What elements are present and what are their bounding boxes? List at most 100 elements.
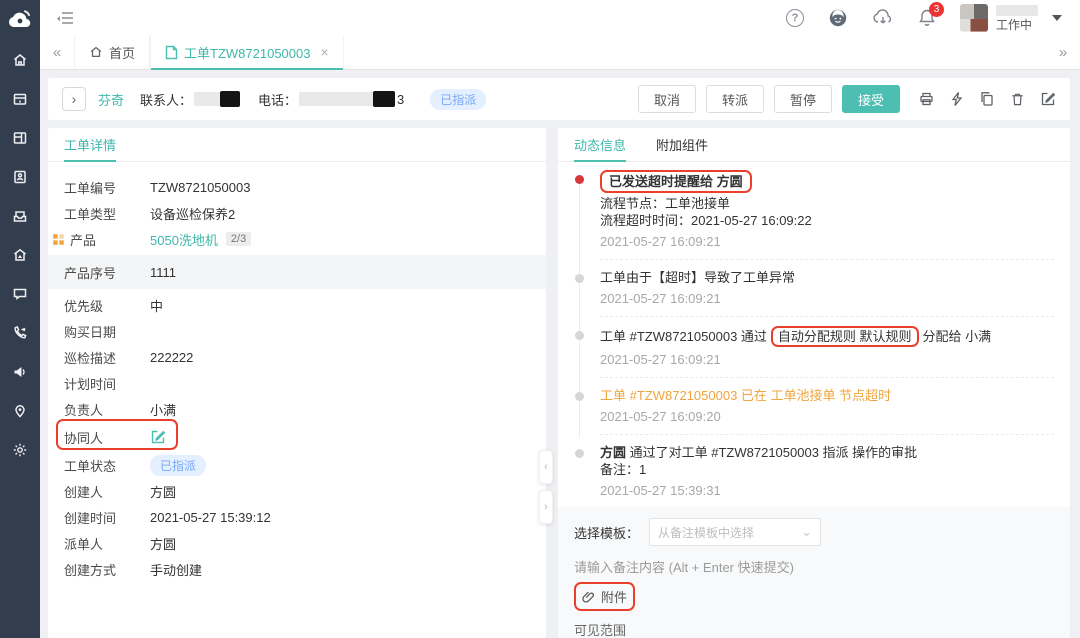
- bell-badge: 3: [929, 2, 944, 17]
- sidebar-item-announcement[interactable]: [0, 352, 40, 391]
- transfer-button[interactable]: 转派: [706, 85, 764, 113]
- annotation-box-attachment: 附件: [574, 582, 635, 611]
- tab-activity-feed[interactable]: 动态信息: [574, 128, 626, 161]
- main-content: › 芬奇 联系人： 电话： 3 已指派 取消 转派 暂停 接受 工单详情: [40, 70, 1080, 638]
- workorder-detail-panel: 工单详情 工单编号 TZW8721050003 工单类型 设备巡检保养2 产品: [48, 128, 546, 638]
- assigned-status-badge: 已指派: [430, 89, 486, 110]
- timeline-separator: [600, 434, 1054, 435]
- timeline-item-3: 工单 #TZW8721050003 通过自动分配规则 默认规则分配给 小满 20…: [558, 326, 1054, 368]
- paperclip-icon: [582, 590, 596, 604]
- timeline-time: 2021-05-27 15:39:31: [600, 482, 1054, 499]
- cloud-download-icon[interactable]: [872, 9, 894, 27]
- pause-button[interactable]: 暂停: [774, 85, 832, 113]
- cancel-button[interactable]: 取消: [638, 85, 696, 113]
- panel-collapse-right-handle[interactable]: ›: [539, 490, 553, 524]
- sidebar-nav: [0, 37, 40, 469]
- tab-home[interactable]: 首页: [74, 35, 150, 69]
- tab-workorder-detail[interactable]: 工单详情: [64, 128, 116, 161]
- tab-workorder[interactable]: 工单TZW8721050003 ×: [150, 35, 344, 69]
- comment-composer: 选择模板： 从备注模板中选择 ⌄ 请输入备注内容 (Alt + Enter 快速…: [558, 507, 1070, 638]
- annotation-box-reminder: 已发送超时提醒给 方圆: [600, 170, 752, 193]
- attachment-button[interactable]: 附件: [576, 584, 633, 609]
- timeline-item-5: 方圆 通过了对工单 #TZW8721050003 指派 操作的审批 备注：1 2…: [558, 444, 1054, 499]
- timeline-dot: [575, 392, 584, 401]
- phone-visible-digit: 3: [397, 92, 404, 107]
- field-inspect-desc: 巡检描述 222222: [48, 344, 546, 370]
- tab-strip: « 首页 工单TZW8721050003 × »: [40, 35, 1080, 70]
- expand-panel-button[interactable]: ›: [62, 87, 86, 111]
- sidebar-item-messages[interactable]: [0, 274, 40, 313]
- print-icon[interactable]: [918, 91, 935, 107]
- sidebar-item-callback[interactable]: [0, 313, 40, 352]
- trash-icon[interactable]: [1010, 91, 1025, 107]
- tab-close-icon[interactable]: ×: [320, 44, 328, 60]
- chevron-down-icon: ⌄: [801, 524, 812, 540]
- edit-collaborator-icon[interactable]: [150, 429, 166, 445]
- sidebar-item-warehouse[interactable]: [0, 235, 40, 274]
- field-dispatcher: 派单人 方圆: [48, 530, 546, 556]
- home-icon: [89, 45, 103, 59]
- user-avatar: [960, 4, 988, 32]
- field-owner: 负责人 小满: [48, 396, 546, 422]
- help-icon[interactable]: ?: [786, 9, 804, 27]
- workorder-status-badge: 已指派: [150, 455, 206, 476]
- sidebar-item-board[interactable]: [0, 118, 40, 157]
- timeline-dot-red: [575, 175, 584, 184]
- user-status: 工作中: [996, 19, 1032, 31]
- timeline-separator: [600, 377, 1054, 378]
- sidebar-item-work-orders[interactable]: [0, 79, 40, 118]
- field-created-at: 创建时间 2021-05-27 15:39:12: [48, 504, 546, 530]
- copy-icon[interactable]: [979, 91, 995, 107]
- sidebar-item-order-pool[interactable]: [0, 196, 40, 235]
- field-purchase-date: 购买日期: [48, 318, 546, 344]
- document-icon: [165, 45, 178, 60]
- annotation-box-rule: 自动分配规则 默认规则: [771, 326, 919, 347]
- notification-bell-icon[interactable]: 3: [918, 8, 936, 27]
- customer-service-icon[interactable]: [828, 8, 848, 28]
- timeline-item-1: 已发送超时提醒给 方圆 流程节点：工单池接单 流程超时时间：2021-05-27…: [558, 170, 1054, 250]
- contact-name-redacted: [194, 92, 240, 106]
- sidebar: [0, 0, 40, 638]
- timeline-time: 2021-05-27 16:09:21: [600, 233, 1054, 250]
- phone-label: 电话：: [258, 90, 297, 109]
- template-select[interactable]: 从备注模板中选择 ⌄: [649, 518, 821, 546]
- edit-icon[interactable]: [1040, 91, 1056, 107]
- field-collaborator: 协同人: [48, 422, 546, 452]
- collapse-menu-icon[interactable]: [56, 11, 74, 25]
- timeline-item-4: 工单 #TZW8721050003 已在 工单池接单 节点超时 2021-05-…: [558, 387, 1054, 425]
- customer-name-link[interactable]: 芬奇: [98, 90, 124, 109]
- detail-fields: 工单编号 TZW8721050003 工单类型 设备巡检保养2 产品 5050洗…: [48, 162, 546, 582]
- visibility-label: 可见范围: [574, 620, 1054, 638]
- phone-number-redacted: [299, 92, 395, 106]
- field-plan-time: 计划时间: [48, 370, 546, 396]
- activity-timeline: 已发送超时提醒给 方圆 流程节点：工单池接单 流程超时时间：2021-05-27…: [558, 162, 1070, 499]
- tabs-scroll-right[interactable]: »: [1046, 35, 1080, 69]
- timeline-time: 2021-05-27 16:09:21: [600, 351, 1054, 368]
- field-product: 产品 5050洗地机 2/3: [48, 226, 546, 252]
- timeline-item-2: 工单由于【超时】导致了工单异常 2021-05-27 16:09:21: [558, 269, 1054, 307]
- user-menu[interactable]: 工作中: [960, 4, 1062, 32]
- panel-collapse-left-handle[interactable]: ‹: [539, 450, 553, 484]
- activity-panel: 动态信息 附加组件 已发送超时提醒给 方圆 流程节点：工单池接单 流程超时时间：…: [558, 128, 1070, 638]
- tab-workorder-label: 工单TZW8721050003: [184, 43, 310, 62]
- sidebar-item-settings[interactable]: [0, 430, 40, 469]
- workorder-toolbar: › 芬奇 联系人： 电话： 3 已指派 取消 转派 暂停 接受: [48, 78, 1070, 120]
- top-header: ? 3 工作中: [40, 0, 1080, 35]
- sidebar-item-location[interactable]: [0, 391, 40, 430]
- tabs-scroll-left[interactable]: «: [40, 35, 74, 69]
- note-input[interactable]: 请输入备注内容 (Alt + Enter 快速提交): [574, 557, 1054, 576]
- tab-addons[interactable]: 附加组件: [656, 128, 708, 161]
- timeline-separator: [600, 259, 1054, 260]
- field-product-sn: 产品序号 1111: [48, 255, 546, 289]
- timeline-dot: [575, 331, 584, 340]
- template-label: 选择模板：: [574, 523, 639, 542]
- field-priority: 优先级 中: [48, 292, 546, 318]
- sidebar-item-contacts[interactable]: [0, 157, 40, 196]
- product-link[interactable]: 5050洗地机: [150, 230, 218, 249]
- timeline-separator: [600, 316, 1054, 317]
- flash-icon[interactable]: [950, 91, 964, 107]
- caret-down-icon: [1052, 15, 1062, 21]
- accept-button[interactable]: 接受: [842, 85, 900, 113]
- timeline-dot: [575, 274, 584, 283]
- sidebar-item-home[interactable]: [0, 40, 40, 79]
